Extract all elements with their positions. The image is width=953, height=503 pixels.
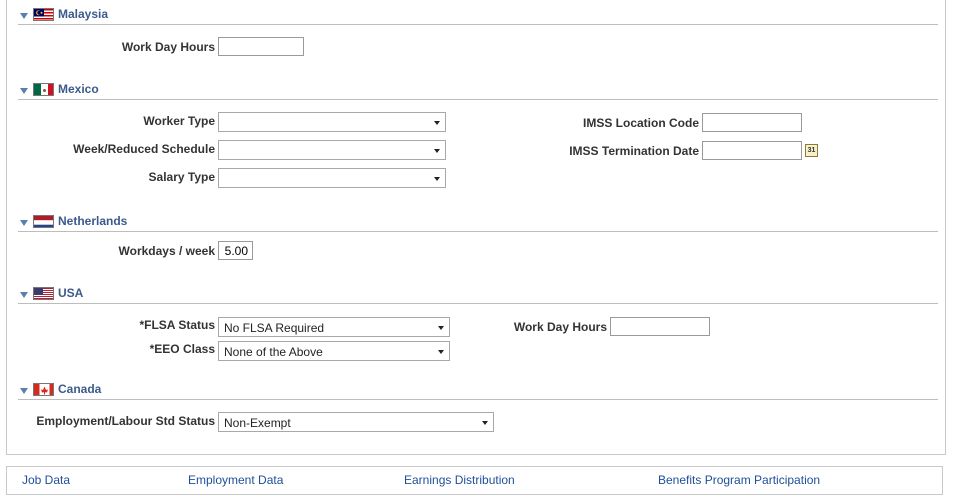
- section-title: Netherlands: [58, 214, 128, 228]
- collapse-triangle-icon[interactable]: [20, 388, 28, 394]
- eeo-class-label: *EEO Class: [149, 342, 215, 356]
- section-title: Canada: [58, 382, 102, 396]
- flsa-status-select[interactable]: No FLSA Required: [218, 317, 450, 337]
- netherlands-flag-icon: [33, 215, 54, 228]
- dropdown-arrow-icon: [434, 149, 440, 153]
- usa-flag-icon: [33, 287, 54, 300]
- workdays-per-week-input[interactable]: [218, 241, 253, 260]
- benefits-program-participation-link[interactable]: Benefits Program Participation: [658, 473, 820, 487]
- dropdown-arrow-icon: [438, 350, 444, 354]
- worker-type-label: Worker Type: [143, 114, 215, 128]
- dropdown-arrow-icon: [434, 121, 440, 125]
- flsa-status-label: *FLSA Status: [139, 318, 215, 332]
- week-reduced-schedule-select[interactable]: [218, 140, 446, 160]
- earnings-distribution-link[interactable]: Earnings Distribution: [404, 473, 515, 487]
- section-title: USA: [58, 286, 84, 300]
- collapse-triangle-icon[interactable]: [20, 292, 28, 298]
- imss-termination-date-label: IMSS Termination Date: [569, 144, 699, 158]
- workdays-per-week-label: Workdays / week: [118, 244, 216, 258]
- section-header-mexico[interactable]: Mexico: [18, 82, 938, 100]
- section-header-usa[interactable]: USA: [18, 286, 938, 304]
- employment-labour-std-status-value: Non-Exempt: [224, 416, 291, 430]
- section-header-canada[interactable]: Canada: [18, 382, 938, 400]
- malaysia-work-day-hours-input[interactable]: [218, 37, 304, 56]
- eeo-class-select[interactable]: None of the Above: [218, 341, 450, 361]
- mexico-flag-icon: [33, 83, 54, 96]
- calendar-icon[interactable]: 31: [805, 144, 818, 157]
- salary-type-select[interactable]: [218, 168, 446, 188]
- employment-labour-std-status-select[interactable]: Non-Exempt: [218, 412, 494, 432]
- dropdown-arrow-icon: [434, 177, 440, 181]
- collapse-triangle-icon[interactable]: [20, 13, 28, 19]
- section-title: Mexico: [58, 82, 99, 96]
- collapse-triangle-icon[interactable]: [20, 88, 28, 94]
- worker-type-select[interactable]: [218, 112, 446, 132]
- usa-work-day-hours-input[interactable]: [610, 317, 710, 336]
- usa-work-day-hours-label: Work Day Hours: [513, 320, 607, 334]
- salary-type-label: Salary Type: [148, 170, 215, 184]
- section-title: Malaysia: [58, 7, 109, 21]
- imss-location-code-input[interactable]: [702, 113, 802, 132]
- section-header-malaysia[interactable]: Malaysia: [18, 7, 938, 25]
- job-data-link[interactable]: Job Data: [22, 473, 70, 487]
- week-reduced-schedule-label: Week/Reduced Schedule: [73, 142, 215, 156]
- employment-labour-std-status-label: Employment/Labour Std Status: [36, 414, 215, 428]
- malaysia-flag-icon: [33, 8, 54, 21]
- canada-flag-icon: [33, 383, 54, 396]
- footer-links-bar: Job Data Employment Data Earnings Distri…: [6, 466, 943, 495]
- work-day-hours-label: Work Day Hours: [121, 40, 215, 54]
- employment-data-link[interactable]: Employment Data: [188, 473, 283, 487]
- section-header-netherlands[interactable]: Netherlands: [18, 214, 938, 232]
- dropdown-arrow-icon: [482, 421, 488, 425]
- imss-termination-date-input[interactable]: [702, 141, 802, 160]
- collapse-triangle-icon[interactable]: [20, 220, 28, 226]
- dropdown-arrow-icon: [438, 326, 444, 330]
- flsa-status-value: No FLSA Required: [224, 321, 325, 335]
- imss-location-code-label: IMSS Location Code: [582, 116, 699, 130]
- eeo-class-value: None of the Above: [224, 345, 323, 359]
